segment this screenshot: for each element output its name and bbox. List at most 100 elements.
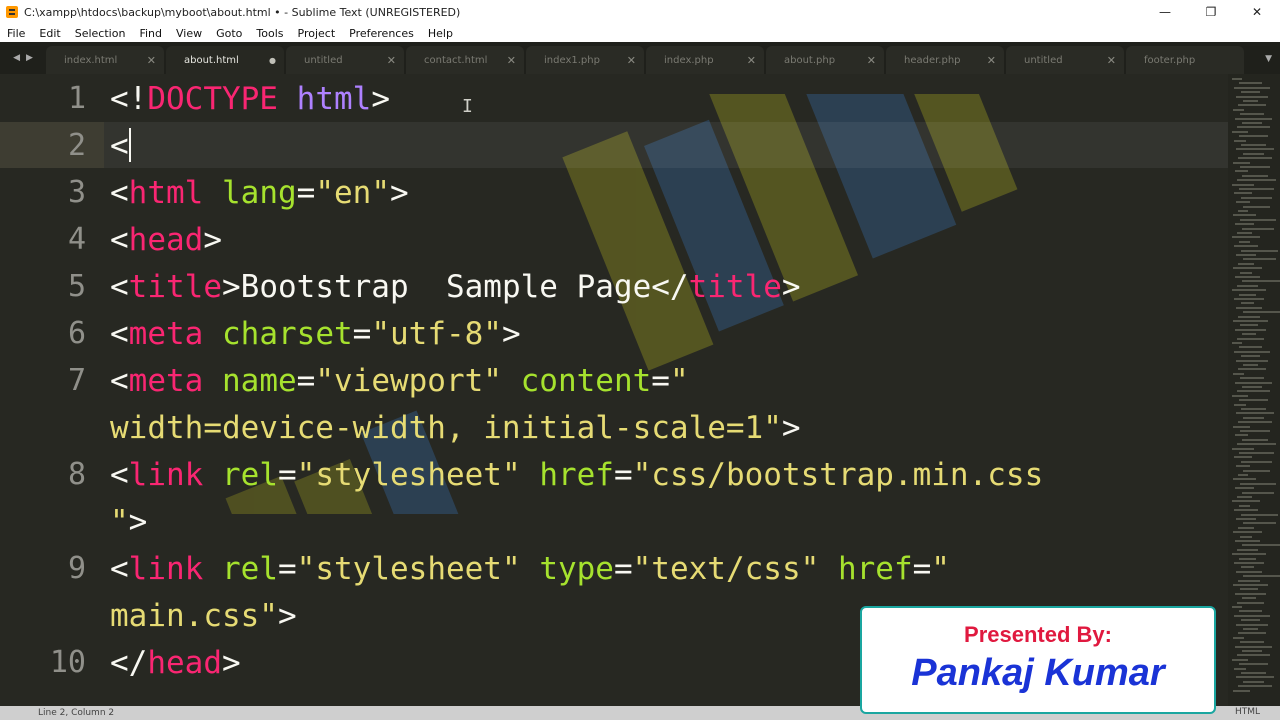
code-line[interactable]: <meta charset="utf-8"> [110, 311, 521, 357]
arrow-right-icon[interactable]: ▶ [26, 53, 33, 63]
tab-label: about.html [184, 54, 239, 66]
code-line[interactable]: < [110, 123, 131, 169]
close-icon[interactable]: ✕ [507, 54, 516, 67]
code-line[interactable]: <link rel="stylesheet" type="text/css" h… [110, 546, 950, 592]
close-icon[interactable]: ✕ [627, 54, 636, 67]
presenter-name: Pankaj Kumar [911, 652, 1165, 694]
minimap-line [1240, 113, 1264, 116]
minimap-line [1236, 676, 1274, 679]
code-token: > [128, 504, 148, 540]
tab-header-php[interactable]: header.php ✕ [886, 46, 1004, 74]
tab-index1-php[interactable]: index1.php ✕ [526, 46, 644, 74]
code-token: title [688, 269, 782, 305]
minimap-line [1234, 298, 1264, 300]
minimap-line [1236, 201, 1250, 204]
minimap-line [1235, 170, 1248, 173]
tab-index-html[interactable]: index.html ✕ [46, 46, 164, 74]
code-line[interactable]: <head> [110, 217, 222, 263]
menu-view[interactable]: View [169, 27, 209, 40]
minimize-button[interactable]: — [1142, 0, 1188, 24]
code-token: content [520, 363, 652, 399]
code-token: < [110, 551, 129, 587]
minimap-line [1235, 381, 1272, 384]
minimap-line [1239, 188, 1274, 190]
code-token: "viewport" [315, 363, 502, 399]
minimap-line [1237, 337, 1264, 340]
code-line[interactable]: "> [110, 499, 147, 545]
close-button[interactable]: ✕ [1234, 0, 1280, 24]
code-line[interactable]: <meta name="viewport" content=" [110, 358, 689, 404]
close-icon[interactable]: ✕ [387, 54, 396, 67]
minimap-line [1239, 293, 1256, 296]
code-token: DOCTYPE [147, 81, 278, 117]
close-icon[interactable]: ✕ [867, 54, 876, 67]
menu-help[interactable]: Help [421, 27, 460, 40]
minimap-line [1233, 425, 1250, 428]
tab-footer-php[interactable]: footer.php [1126, 46, 1244, 74]
menu-file[interactable]: File [0, 27, 32, 40]
code-token: < [110, 363, 129, 399]
code-token: head [128, 222, 204, 258]
menu-goto[interactable]: Goto [209, 27, 249, 40]
text-cursor-icon: I [462, 96, 473, 117]
code-token: lang [222, 175, 297, 211]
code-token: href [837, 551, 913, 587]
menu-preferences[interactable]: Preferences [342, 27, 421, 40]
tab-about-php[interactable]: about.php ✕ [766, 46, 884, 74]
menu-project[interactable]: Project [291, 27, 343, 40]
code-line[interactable]: main.css"> [110, 593, 297, 639]
code-token: > [389, 175, 409, 211]
minimap-line [1232, 553, 1266, 556]
code-line[interactable]: <html lang="en"> [110, 170, 409, 216]
tab-contact-html[interactable]: contact.html ✕ [406, 46, 524, 74]
tab-index-php[interactable]: index.php ✕ [646, 46, 764, 74]
minimap-line [1235, 117, 1272, 120]
code-line[interactable]: <!DOCTYPE html> [110, 76, 390, 122]
code-line[interactable]: <title>Bootstrap Sample Page</title> [110, 264, 801, 310]
menu-selection[interactable]: Selection [68, 27, 133, 40]
close-icon[interactable]: ✕ [747, 54, 756, 67]
minimap-line [1235, 592, 1266, 595]
minimap-line [1235, 434, 1248, 437]
menu-edit[interactable]: Edit [32, 27, 67, 40]
code-token: < [110, 457, 129, 493]
minimap-line [1240, 218, 1276, 221]
code-token: rel [222, 551, 278, 587]
minimap-line [1243, 680, 1264, 683]
tab-nav-arrows[interactable]: ◀ ▶ [0, 42, 46, 74]
minimap-line [1238, 157, 1272, 160]
code-line[interactable]: </head> [110, 640, 241, 686]
minimap[interactable] [1228, 74, 1280, 706]
minimap-line [1239, 663, 1268, 666]
code-line[interactable]: width=device-width, initial-scale=1"> [110, 405, 801, 451]
close-icon[interactable]: ✕ [147, 54, 156, 67]
close-icon[interactable]: ✕ [987, 54, 996, 67]
tab-untitled-2[interactable]: untitled ✕ [1006, 46, 1124, 74]
unsaved-dot-icon[interactable]: ● [269, 56, 276, 65]
code-line[interactable]: <link rel="stylesheet" href="css/bootstr… [110, 452, 1043, 498]
minimap-line [1240, 482, 1276, 485]
minimap-line [1239, 135, 1268, 138]
minimap-line [1240, 430, 1270, 432]
menu-tools[interactable]: Tools [249, 27, 290, 40]
code-token: "stylesheet" [296, 551, 521, 587]
minimap-line [1234, 456, 1252, 459]
minimap-line [1238, 368, 1266, 371]
code-token: charset [222, 316, 353, 352]
arrow-left-icon[interactable]: ◀ [13, 53, 20, 63]
minimap-line [1234, 509, 1258, 512]
syntax-mode[interactable]: HTML [1235, 707, 1260, 717]
minimap-line [1236, 254, 1256, 256]
tab-untitled[interactable]: untitled ✕ [286, 46, 404, 74]
menu-find[interactable]: Find [132, 27, 169, 40]
minimap-line [1242, 122, 1262, 124]
tab-about-html[interactable]: about.html ● [166, 46, 284, 74]
tab-dropdown-icon[interactable]: ▼ [1265, 54, 1272, 64]
close-icon[interactable]: ✕ [1107, 54, 1116, 67]
maximize-button[interactable]: ❐ [1188, 0, 1234, 24]
minimap-line [1235, 487, 1254, 490]
minimap-line [1239, 240, 1250, 243]
